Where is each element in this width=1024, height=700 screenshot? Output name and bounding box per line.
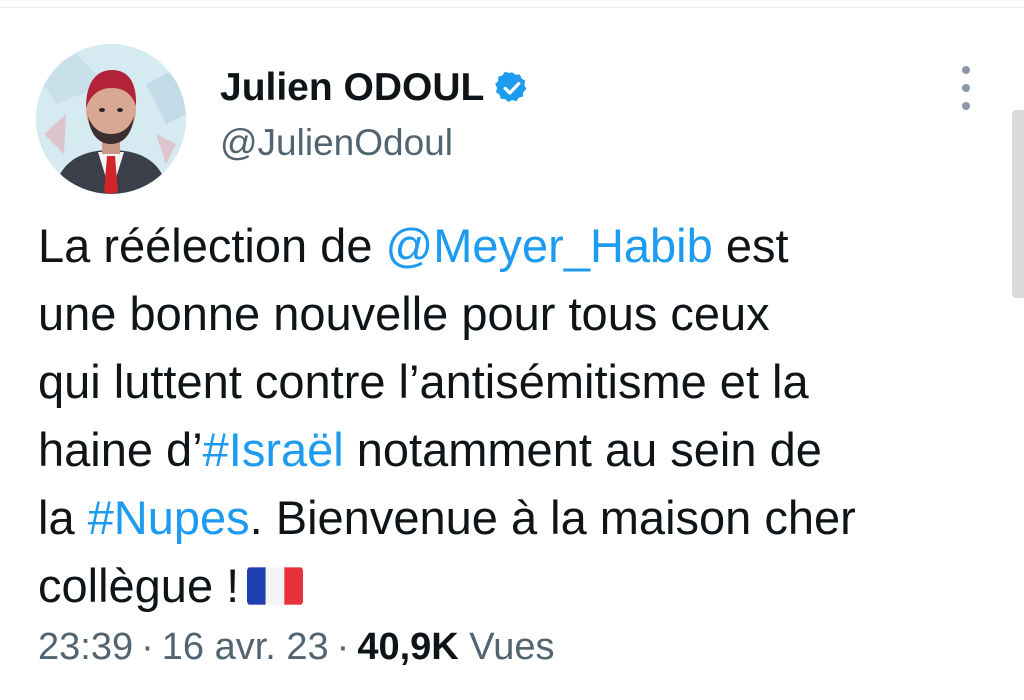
- tweet-text: La réélection de @Meyer_Habib est une bo…: [38, 212, 968, 620]
- tweet-text-segment: . Bienvenue à la maison cher: [249, 491, 856, 544]
- meta-separator: ·: [336, 626, 350, 668]
- views-label[interactable]: Vues: [469, 626, 554, 668]
- verified-badge-icon: [494, 70, 530, 106]
- tweet-text-segment: La réélection de: [38, 219, 386, 272]
- tweet-text-segment: une bonne nouvelle pour tous ceux: [38, 287, 770, 340]
- tweet-date[interactable]: 16 avr. 23: [162, 626, 329, 668]
- tweet-text-segment: notamment au sein de: [343, 423, 822, 476]
- views-count[interactable]: 40,9K: [357, 626, 458, 668]
- more-vertical-icon[interactable]: [948, 66, 984, 110]
- avatar[interactable]: [36, 44, 186, 194]
- tweet-view: Julien ODOUL @JulienOdoul La réélection …: [0, 0, 1024, 700]
- meta-separator: ·: [141, 626, 154, 668]
- tweet-line: qui luttent contre l’antisémitisme et la: [38, 348, 968, 416]
- more-dot: [962, 66, 970, 74]
- author-display-name[interactable]: Julien ODOUL: [220, 66, 484, 110]
- more-dot: [962, 84, 970, 92]
- tweet-line: une bonne nouvelle pour tous ceux: [38, 280, 968, 348]
- tweet-text-segment: est: [712, 219, 789, 272]
- tweet-line: la #Nupes. Bienvenue à la maison cher: [38, 484, 968, 552]
- scrollbar[interactable]: [1012, 110, 1024, 298]
- hashtag-link[interactable]: #Nupes: [88, 491, 250, 544]
- french-flag-emoji: [247, 566, 304, 606]
- tweet-line: collègue !: [38, 552, 968, 620]
- mention-link[interactable]: @Meyer_Habib: [386, 219, 713, 272]
- hashtag-link[interactable]: #Israël: [203, 423, 344, 476]
- top-divider: [0, 7, 1024, 8]
- tweet-text-segment: collègue !: [38, 559, 240, 612]
- tweet-line: haine d’#Israël notamment au sein de: [38, 416, 968, 484]
- tweet-text-segment: qui luttent contre l’antisémitisme et la: [38, 355, 809, 408]
- tweet-line: La réélection de @Meyer_Habib est: [38, 212, 968, 280]
- tweet-text-segment: la: [38, 491, 88, 544]
- tweet-text-segment: haine d’: [38, 423, 203, 476]
- tweet-time[interactable]: 23:39: [38, 626, 133, 668]
- author-handle[interactable]: @JulienOdoul: [220, 122, 453, 164]
- author-display-name-row[interactable]: Julien ODOUL: [220, 66, 530, 110]
- avatar-image: [36, 44, 186, 194]
- more-dot: [962, 102, 970, 110]
- tweet-meta: 23:39 · 16 avr. 23 · 40,9K Vues: [38, 626, 554, 669]
